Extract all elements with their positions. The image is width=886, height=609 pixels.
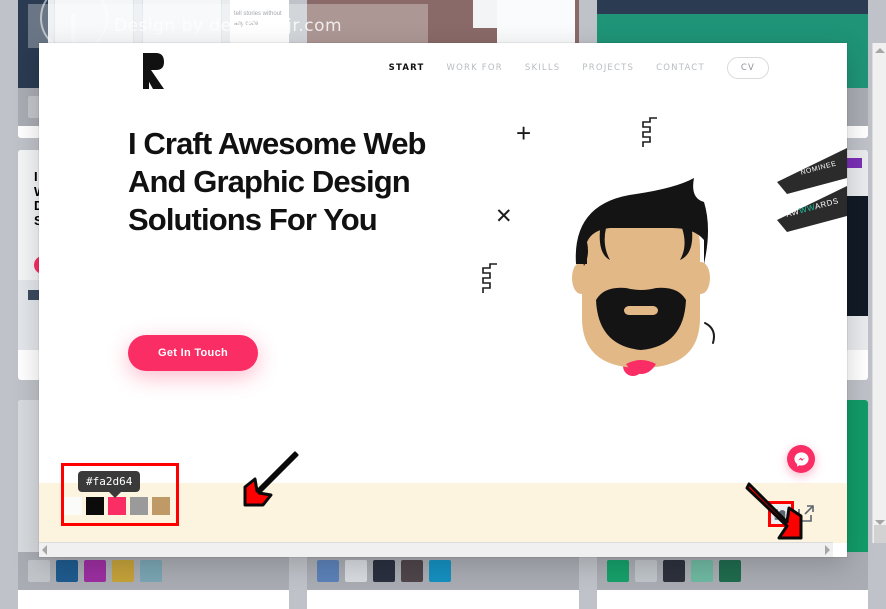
plus-mark-icon: + xyxy=(516,118,532,148)
squiggle-line-icon xyxy=(642,117,657,147)
color-swatch-gray[interactable] xyxy=(130,497,148,515)
vertical-scrollbar-thumb[interactable] xyxy=(874,525,886,543)
awwwards-nominee-badge[interactable]: NOMINEE AWWWARDS xyxy=(777,148,847,233)
logo-mark-icon[interactable] xyxy=(139,51,165,91)
nav-item-skills[interactable]: SKILLS xyxy=(525,63,561,73)
color-swatch-black[interactable] xyxy=(86,497,104,515)
triangle-left-icon[interactable] xyxy=(42,545,47,555)
vertical-scrollbar[interactable] xyxy=(872,43,886,543)
nav-item-work-for[interactable]: WORK FOR xyxy=(446,63,502,73)
nav-item-projects[interactable]: PROJECTS xyxy=(582,63,634,73)
card-swatches xyxy=(596,552,868,590)
arrow-down-left-annotation xyxy=(243,451,299,507)
color-swatch-white[interactable] xyxy=(64,497,82,515)
horizontal-scrollbar[interactable] xyxy=(39,542,833,557)
avatar-illustration xyxy=(572,178,710,374)
get-in-touch-button[interactable]: Get In Touch xyxy=(128,335,259,371)
arrow-down-right-annotation xyxy=(745,482,803,540)
messenger-icon[interactable] xyxy=(787,445,815,473)
card-swatches xyxy=(307,552,579,590)
x-mark-icon: ✕ xyxy=(495,205,513,228)
card-swatches xyxy=(18,552,290,590)
triangle-up-icon[interactable] xyxy=(875,48,885,53)
triangle-right-icon[interactable] xyxy=(825,545,830,555)
main-navigation: START WORK FOR SKILLS PROJECTS CONTACT C… xyxy=(389,57,769,79)
color-picker-widget[interactable]: #fa2d64 xyxy=(61,463,179,526)
squiggle-line-icon xyxy=(482,263,497,293)
color-value-tooltip: #fa2d64 xyxy=(78,471,141,498)
nav-item-start[interactable]: START xyxy=(389,63,425,73)
hero-headline: I Craft Awesome Web And Graphic Design S… xyxy=(128,126,426,237)
cv-button[interactable]: CV xyxy=(726,57,769,79)
nav-item-contact[interactable]: CONTACT xyxy=(656,63,705,73)
color-swatch-tan[interactable] xyxy=(152,497,170,515)
